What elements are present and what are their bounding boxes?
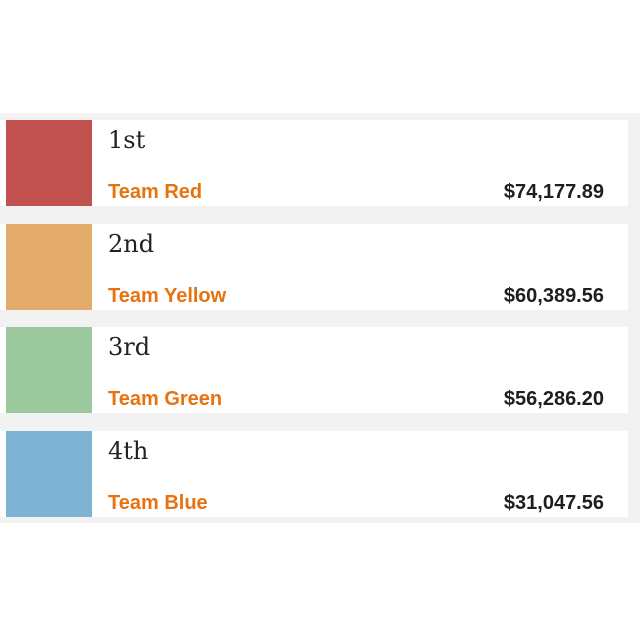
standings-row-2: 2nd Team Yellow $60,389.56 [0,224,628,310]
standings-board: 1st Team Red $74,177.89 2nd Team Yellow … [0,113,640,523]
team-amount: $60,389.56 [503,285,604,307]
team-color-swatch [6,224,92,310]
standings-row-4: 4th Team Blue $31,047.56 [0,431,628,517]
team-name: Team Green [108,388,223,410]
team-color-swatch [6,120,92,206]
standings-row-3: 3rd Team Green $56,286.20 [0,327,628,413]
team-amount: $31,047.56 [503,492,604,514]
standings-row-1: 1st Team Red $74,177.89 [0,120,628,206]
team-amount: $74,177.89 [503,181,604,203]
team-name: Team Yellow [108,285,227,307]
rank-label: 2nd [108,230,155,258]
team-amount: $56,286.20 [503,388,604,410]
team-name: Team Blue [108,492,208,514]
team-color-swatch [6,327,92,413]
team-color-swatch [6,431,92,517]
team-name: Team Red [108,181,203,203]
rank-label: 3rd [108,333,151,361]
rank-label: 1st [108,126,146,154]
rank-label: 4th [108,437,149,465]
